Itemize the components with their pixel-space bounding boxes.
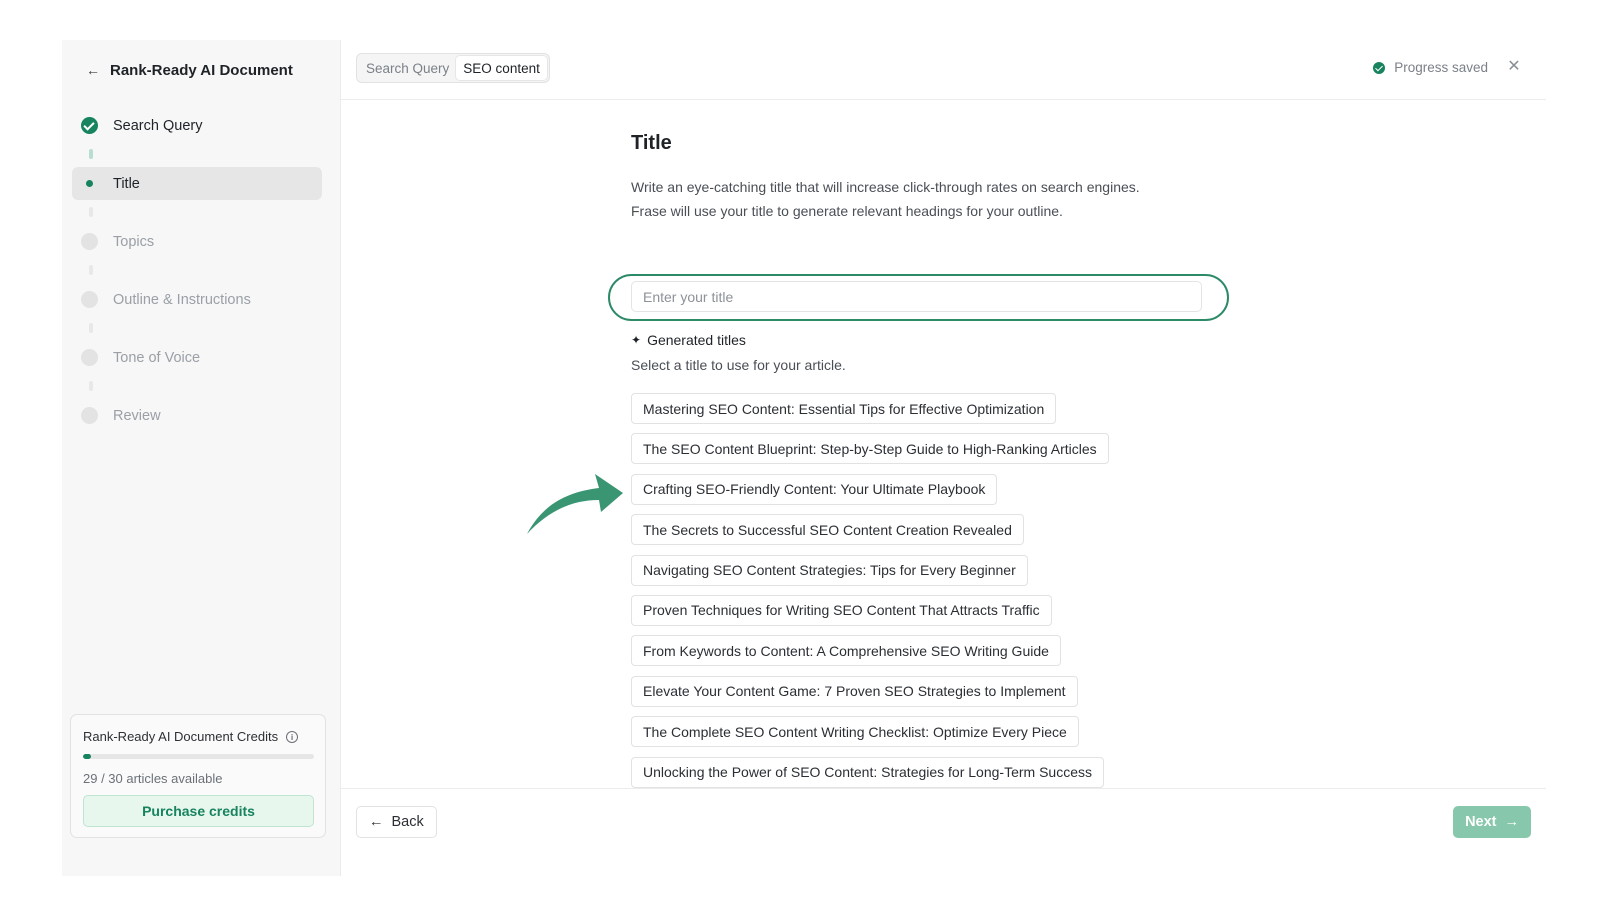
- title-option[interactable]: The SEO Content Blueprint: Step-by-Step …: [631, 433, 1109, 465]
- main-panel: Search Query SEO content Progress saved …: [341, 40, 1546, 876]
- credits-card: Rank-Ready AI Document Credits i 29 / 30…: [70, 714, 326, 838]
- info-icon[interactable]: i: [286, 730, 299, 743]
- step-connector: [89, 207, 93, 217]
- step-label: Topics: [113, 233, 155, 250]
- back-label: Back: [391, 814, 424, 830]
- title-option[interactable]: Proven Techniques for Writing SEO Conten…: [631, 594, 1052, 626]
- annotation-arrow-icon: [527, 474, 623, 534]
- step-topics[interactable]: Topics: [72, 225, 322, 258]
- title-input[interactable]: [631, 281, 1202, 312]
- pending-dot-icon: [81, 291, 98, 308]
- title-option[interactable]: Navigating SEO Content Strategies: Tips …: [631, 554, 1028, 586]
- arrow-right-icon: →: [1504, 814, 1520, 830]
- pending-dot-icon: [81, 349, 98, 366]
- step-search-query[interactable]: Search Query: [72, 109, 322, 142]
- title-input-highlight: [608, 274, 1229, 321]
- step-connector: [89, 323, 93, 333]
- generated-titles-subtext: Select a title to use for your article.: [631, 357, 846, 373]
- arrow-left-icon: ←: [86, 62, 100, 78]
- active-dot-icon: [81, 175, 98, 192]
- back-button[interactable]: ← Back: [356, 806, 437, 838]
- generated-titles-list: Mastering SEO Content: Essential Tips fo…: [631, 393, 1109, 797]
- step-connector: [89, 381, 93, 391]
- step-outline-instructions[interactable]: Outline & Instructions: [72, 283, 322, 316]
- status-text: Progress saved: [1394, 60, 1488, 75]
- credits-progress-fill: [83, 754, 91, 759]
- close-icon[interactable]: ✕: [1504, 57, 1524, 77]
- sidebar: ← Rank-Ready AI Document Search Query Ti…: [62, 40, 341, 876]
- title-option[interactable]: From Keywords to Content: A Comprehensiv…: [631, 635, 1061, 667]
- step-review[interactable]: Review: [72, 399, 322, 432]
- generated-titles-heading: ✦ Generated titles: [631, 332, 746, 348]
- title-option[interactable]: Crafting SEO-Friendly Content: Your Ulti…: [631, 473, 998, 505]
- app-window: ← Rank-Ready AI Document Search Query Ti…: [62, 40, 1546, 876]
- next-label: Next: [1465, 814, 1497, 830]
- breadcrumb-tabs: Search Query SEO content: [356, 53, 550, 83]
- step-title[interactable]: Title: [72, 167, 322, 200]
- description-line-1: Write an eye-catching title that will in…: [631, 179, 1140, 195]
- progress-saved-status: Progress saved: [1373, 60, 1488, 75]
- sparkle-icon: ✦: [631, 333, 642, 347]
- step-label: Outline & Instructions: [113, 291, 251, 308]
- tab-search-query[interactable]: Search Query: [359, 56, 456, 80]
- footer-divider: [341, 788, 1546, 789]
- credits-progress-bar: [83, 754, 314, 759]
- credits-available: 29 / 30 articles available: [83, 771, 223, 786]
- title-option[interactable]: The Secrets to Successful SEO Content Cr…: [631, 514, 1024, 546]
- credits-label: Rank-Ready AI Document Credits: [83, 729, 279, 744]
- step-connector: [89, 265, 93, 275]
- page-description: Write an eye-catching title that will in…: [631, 175, 1271, 223]
- document-title: Rank-Ready AI Document: [110, 61, 293, 79]
- check-circle-icon: [81, 117, 98, 134]
- document-back-link[interactable]: ← Rank-Ready AI Document: [86, 58, 293, 82]
- tab-seo-content[interactable]: SEO content: [456, 56, 547, 80]
- title-option[interactable]: The Complete SEO Content Writing Checkli…: [631, 716, 1079, 748]
- credits-header: Rank-Ready AI Document Credits i: [83, 729, 313, 744]
- arrow-left-icon: ←: [369, 814, 384, 830]
- purchase-credits-button[interactable]: Purchase credits: [83, 795, 314, 827]
- step-tone-of-voice[interactable]: Tone of Voice: [72, 341, 322, 374]
- title-option[interactable]: Mastering SEO Content: Essential Tips fo…: [631, 393, 1057, 424]
- title-step-content: Title Write an eye-catching title that w…: [608, 132, 1271, 788]
- check-circle-icon: [1373, 61, 1386, 74]
- step-connector: [89, 149, 93, 159]
- generated-heading-text: Generated titles: [647, 332, 746, 348]
- description-line-2: Frase will use your title to generate re…: [631, 203, 1063, 219]
- next-button[interactable]: Next →: [1453, 806, 1531, 838]
- step-label: Tone of Voice: [113, 349, 201, 366]
- pending-dot-icon: [81, 233, 98, 250]
- page-title: Title: [631, 132, 672, 154]
- step-label: Title: [113, 175, 140, 192]
- step-label: Search Query: [113, 117, 203, 134]
- pending-dot-icon: [81, 407, 98, 424]
- title-option[interactable]: Unlocking the Power of SEO Content: Stra…: [631, 756, 1104, 788]
- step-list: Search Query Title Topics Outline & Inst…: [72, 109, 322, 432]
- title-option[interactable]: Elevate Your Content Game: 7 Proven SEO …: [631, 675, 1078, 707]
- top-bar: Search Query SEO content Progress saved …: [341, 40, 1546, 100]
- step-label: Review: [113, 407, 161, 424]
